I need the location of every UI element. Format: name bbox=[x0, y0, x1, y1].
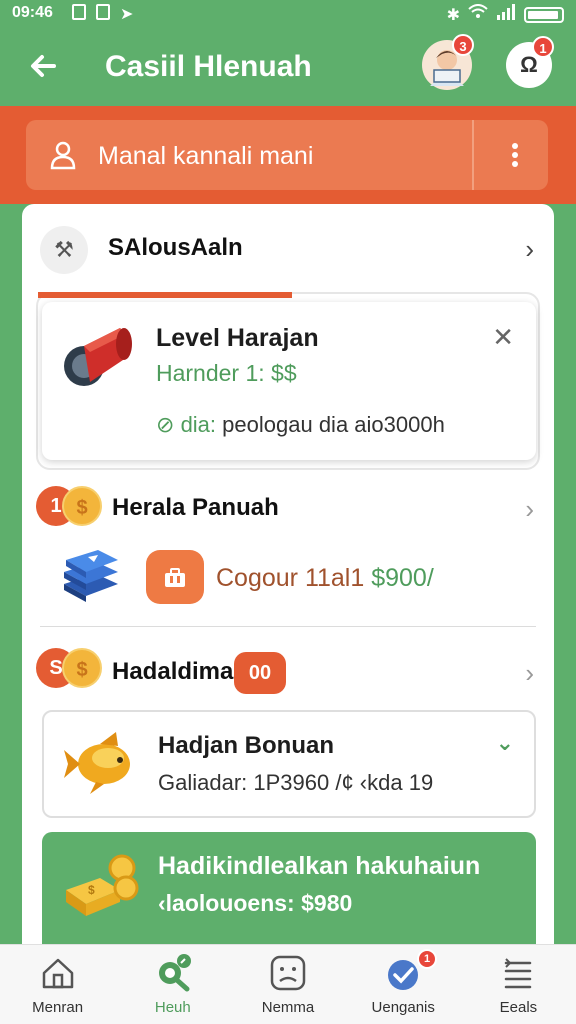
level-status-prefix: dia: bbox=[180, 412, 217, 437]
lantern-icon bbox=[64, 328, 132, 386]
coin-badge: 1 $ bbox=[36, 486, 102, 526]
section-title: Herala Panuah bbox=[112, 494, 279, 521]
reward-card[interactable]: $ Hadikindlealkan hakuhaiun ‹laolouoens:… bbox=[42, 832, 536, 944]
reward-subtitle: ‹laolouoens: $980 bbox=[158, 890, 353, 916]
avatar-button[interactable]: 3 bbox=[422, 34, 474, 90]
nav-item-shield[interactable]: 1 Uenganis bbox=[346, 945, 461, 1024]
app-bar: Casiil Hlenuah 3 Ω 1 bbox=[0, 28, 576, 106]
check-circle-icon: ⊘ bbox=[156, 412, 175, 437]
back-button[interactable] bbox=[24, 46, 64, 86]
level-status: ⊘ dia: peologau dia aio3000h bbox=[156, 412, 445, 438]
nav-label: Uenganis bbox=[371, 999, 435, 1016]
reward-title: Hadikindlealkan hakuhaiun bbox=[158, 852, 481, 880]
coin-icon: $ bbox=[62, 648, 102, 688]
chevron-right-icon: › bbox=[525, 494, 534, 524]
section-title: Hadaldima bbox=[112, 658, 234, 685]
notification-icon bbox=[96, 4, 110, 20]
page-title: Casiil Hlenuah bbox=[105, 50, 312, 83]
chevron-right-icon: › bbox=[525, 234, 534, 264]
nav-label: Menran bbox=[32, 999, 84, 1016]
banner-divider bbox=[472, 120, 474, 190]
wifi-icon bbox=[468, 4, 488, 25]
coin-badge: S $ bbox=[36, 648, 102, 688]
level-accent-bar bbox=[38, 292, 292, 298]
chevron-right-icon: › bbox=[525, 658, 534, 688]
arrow-icon: ➤ bbox=[120, 6, 134, 23]
level-card[interactable]: Level Harajan Harnder 1: $$ ⊘ dia: peolo… bbox=[42, 302, 536, 460]
coins-icon: $ bbox=[66, 854, 139, 916]
face-icon bbox=[270, 955, 306, 991]
home-icon bbox=[42, 958, 73, 989]
status-time: 09:46 bbox=[12, 4, 53, 21]
nav-item-search[interactable]: Heuh bbox=[115, 945, 230, 1024]
nav-item-face[interactable]: Nemma bbox=[230, 945, 345, 1024]
signal-icon bbox=[496, 4, 516, 25]
bonus-detail: Galiadar: 1P3960 /¢ ‹kda 19 bbox=[158, 770, 434, 795]
chevron-down-icon[interactable]: ⌄ bbox=[496, 730, 514, 756]
profile-button[interactable]: Ω 1 bbox=[506, 36, 554, 88]
nav-label: Nemma bbox=[261, 999, 315, 1016]
section-header-second[interactable]: 1 $ Herala Panuah › bbox=[22, 478, 554, 538]
bonus-card[interactable]: Hadjan Bonuan Galiadar: 1P3960 /¢ ‹kda 1… bbox=[42, 710, 536, 818]
status-left-icons: ➤ bbox=[72, 4, 133, 24]
avatar-badge: 3 bbox=[452, 34, 474, 56]
wallet-button[interactable] bbox=[146, 550, 204, 604]
divider bbox=[40, 626, 536, 627]
section-tag: 00 bbox=[234, 652, 286, 694]
status-right-icons: ✱ bbox=[447, 4, 564, 25]
profile-badge: 1 bbox=[532, 36, 554, 58]
nav-label: Heuh bbox=[154, 999, 191, 1016]
svg-text:$: $ bbox=[88, 883, 95, 897]
briefcase-icon bbox=[165, 568, 185, 588]
nav-badge: 1 bbox=[417, 949, 438, 969]
list-icon bbox=[505, 958, 532, 989]
nav-item-list[interactable]: Eeals bbox=[461, 945, 576, 1024]
person-icon bbox=[50, 141, 76, 170]
search-icon bbox=[158, 954, 191, 992]
more-options-button[interactable] bbox=[500, 140, 530, 170]
user-icon: Ω bbox=[520, 52, 538, 77]
cash-line: Cogour 11al1 $900/ bbox=[216, 564, 434, 593]
cash-label: Cogour 11al1 bbox=[216, 564, 365, 592]
status-bar: 09:46 ➤ ✱ bbox=[0, 0, 576, 28]
account-selector[interactable]: Manal kannali mani bbox=[26, 120, 548, 190]
arrow-left-icon bbox=[31, 55, 56, 77]
cash-amount: $900/ bbox=[371, 564, 434, 592]
main-card: ⚒ SAlousAaln › Level Harajan Harnder 1: … bbox=[22, 204, 554, 944]
books-icon bbox=[64, 550, 118, 602]
goldfish-icon bbox=[64, 732, 130, 794]
battery-icon bbox=[524, 6, 564, 23]
account-label: Manal kannali mani bbox=[98, 142, 314, 170]
level-status-text: peologau dia aio3000h bbox=[222, 412, 445, 437]
kebab-icon bbox=[512, 143, 518, 167]
section-title: SAlousAaln bbox=[108, 234, 243, 261]
close-button[interactable]: ✕ bbox=[492, 322, 514, 353]
close-icon: ✕ bbox=[492, 322, 514, 352]
tools-icon: ⚒ bbox=[40, 226, 88, 274]
section-header-first[interactable]: ⚒ SAlousAaln › bbox=[22, 218, 554, 278]
level-subtitle: Harnder 1: $$ bbox=[156, 360, 297, 386]
section-header-third[interactable]: S $ Hadaldima › bbox=[22, 644, 554, 704]
account-banner: Manal kannali mani bbox=[0, 106, 576, 204]
nav-label: Eeals bbox=[499, 999, 538, 1016]
bottom-nav: Menran Heuh Nemma 1 Uenganis Eeals bbox=[0, 944, 576, 1024]
coin-icon: $ bbox=[62, 486, 102, 526]
nav-item-home[interactable]: Menran bbox=[0, 945, 115, 1024]
bonus-title: Hadjan Bonuan bbox=[158, 732, 335, 759]
sim-icon bbox=[72, 4, 86, 20]
level-title: Level Harajan bbox=[156, 324, 319, 352]
bluetooth-icon: ✱ bbox=[446, 6, 460, 24]
